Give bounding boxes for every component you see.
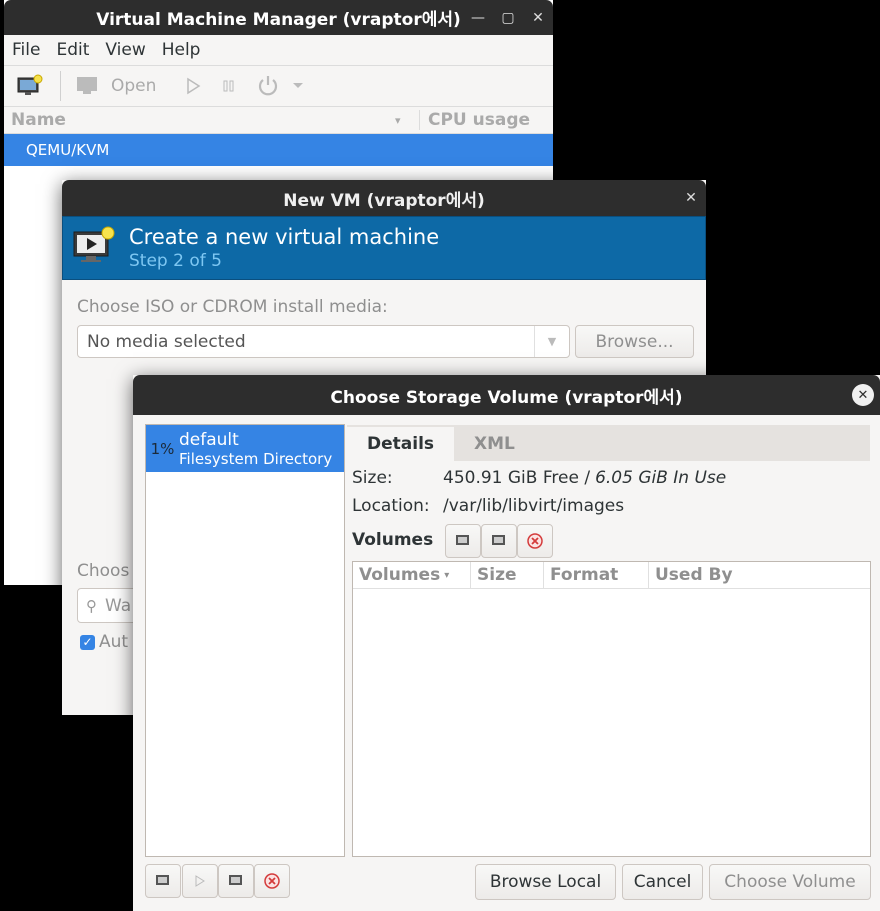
menu-file[interactable]: File	[4, 40, 48, 60]
new-vm-icon[interactable]	[16, 74, 44, 98]
main-window-title: Virtual Machine Manager (vraptor에서)	[96, 10, 461, 30]
main-toolbar: Open	[4, 66, 553, 107]
column-cpu-usage[interactable]: CPU usage	[419, 110, 530, 130]
volumes-heading: Volumes	[352, 530, 434, 550]
connection-row[interactable]: QEMU/KVM	[4, 134, 553, 166]
open-button[interactable]: Open	[75, 75, 156, 97]
volume-table: Volumes ▾ Size Format Used By	[352, 561, 871, 857]
media-combo[interactable]: No media selected ▼	[77, 325, 570, 358]
storage-dialog: Choose Storage Volume (vraptor에서) ✕ 1% d…	[133, 375, 880, 911]
minimize-icon[interactable]: —	[463, 10, 493, 26]
wizard-title: Create a new virtual machine	[129, 225, 440, 249]
refresh-icon	[492, 535, 505, 545]
delete-icon	[527, 533, 543, 549]
storage-titlebar[interactable]: Choose Storage Volume (vraptor에서) ✕	[133, 375, 880, 415]
new-vm-title: New VM (vraptor에서)	[283, 190, 485, 211]
pool-name: default	[179, 429, 239, 450]
sort-chevron-icon: ▾	[444, 569, 450, 581]
delete-icon	[264, 873, 280, 889]
connection-name: QEMU/KVM	[26, 141, 110, 159]
wizard-banner: Create a new virtual machine Step 2 of 5	[62, 216, 706, 280]
column-used-by[interactable]: Used By	[649, 562, 870, 588]
new-vm-banner-icon	[71, 226, 115, 271]
tab-xml[interactable]: XML	[454, 427, 535, 461]
delete-volume-button[interactable]	[517, 524, 553, 558]
refresh-volumes-button[interactable]	[481, 524, 517, 558]
pool-row-default[interactable]: 1% default Filesystem Directory	[146, 425, 344, 472]
os-search-text: Wa	[105, 595, 132, 616]
close-icon[interactable]: ✕	[852, 384, 874, 406]
tab-details[interactable]: Details	[347, 427, 455, 461]
stop-pool-button[interactable]	[218, 864, 254, 898]
menu-help[interactable]: Help	[154, 40, 209, 60]
storage-dialog-title: Choose Storage Volume (vraptor에서)	[330, 387, 683, 408]
open-label: Open	[111, 76, 157, 96]
column-format[interactable]: Format	[544, 562, 649, 588]
play-icon[interactable]	[184, 77, 202, 95]
column-name[interactable]: Name	[4, 110, 395, 130]
search-icon: ⚲	[86, 596, 97, 615]
power-menu-chevron-icon[interactable]	[292, 82, 304, 90]
location-row: Location: /var/lib/libvirt/images	[352, 496, 624, 516]
media-value: No media selected	[87, 331, 246, 352]
stop-pool-icon	[229, 875, 242, 885]
size-label: Size:	[352, 468, 393, 488]
new-volume-icon	[456, 535, 469, 545]
browse-button[interactable]: Browse...	[575, 325, 694, 358]
pool-usage: 1%	[150, 439, 175, 458]
size-row: Size: 450.91 GiB Free / 6.05 GiB In Use	[352, 468, 726, 488]
monitor-icon	[77, 77, 97, 94]
os-label: Choos	[77, 561, 130, 581]
column-size[interactable]: Size	[471, 562, 544, 588]
vm-list-header: Name ▾ CPU usage	[4, 107, 553, 134]
location-value: /var/lib/libvirt/images	[443, 496, 625, 516]
play-icon	[195, 875, 205, 887]
chevron-down-icon[interactable]: ▼	[534, 326, 569, 357]
media-label: Choose ISO or CDROM install media:	[77, 297, 388, 317]
add-pool-icon	[156, 875, 169, 885]
pause-icon[interactable]	[220, 77, 238, 95]
wizard-step: Step 2 of 5	[129, 251, 222, 271]
menu-edit[interactable]: Edit	[48, 40, 97, 60]
toolbar-separator	[60, 71, 61, 101]
power-icon[interactable]	[256, 74, 280, 98]
start-pool-button[interactable]	[182, 864, 218, 898]
column-volumes[interactable]: Volumes ▾	[353, 562, 471, 588]
maximize-icon[interactable]: ▢	[493, 10, 523, 26]
column-volumes-label: Volumes	[359, 565, 441, 585]
close-icon[interactable]: ✕	[676, 190, 706, 206]
close-icon[interactable]: ✕	[523, 10, 553, 26]
browse-local-button[interactable]: Browse Local	[475, 864, 616, 900]
pool-list: 1% default Filesystem Directory	[145, 424, 345, 857]
add-volume-button[interactable]	[445, 524, 481, 558]
add-pool-button[interactable]	[145, 864, 181, 898]
auto-detect-checkbox[interactable]: ✓	[80, 634, 95, 650]
size-free: 450.91 GiB Free /	[443, 468, 591, 488]
size-used: 6.05 GiB In Use	[595, 468, 727, 488]
volume-table-header: Volumes ▾ Size Format Used By	[353, 562, 870, 589]
menu-view[interactable]: View	[97, 40, 153, 60]
main-titlebar[interactable]: Virtual Machine Manager (vraptor에서) — ▢ …	[4, 0, 553, 35]
choose-volume-button[interactable]: Choose Volume	[709, 864, 871, 900]
pool-type: Filesystem Directory	[179, 449, 333, 468]
location-label: Location:	[352, 496, 430, 516]
new-vm-titlebar[interactable]: New VM (vraptor에서) ✕	[62, 180, 706, 216]
sort-chevron-icon: ▾	[395, 113, 401, 127]
detail-tabs: Details XML	[347, 425, 870, 461]
auto-detect-label: Aut	[99, 632, 129, 652]
delete-pool-button[interactable]	[254, 864, 290, 898]
auto-detect-row: ✓ Aut	[80, 632, 128, 652]
menubar: File Edit View Help	[4, 35, 553, 66]
cancel-button[interactable]: Cancel	[622, 864, 703, 900]
